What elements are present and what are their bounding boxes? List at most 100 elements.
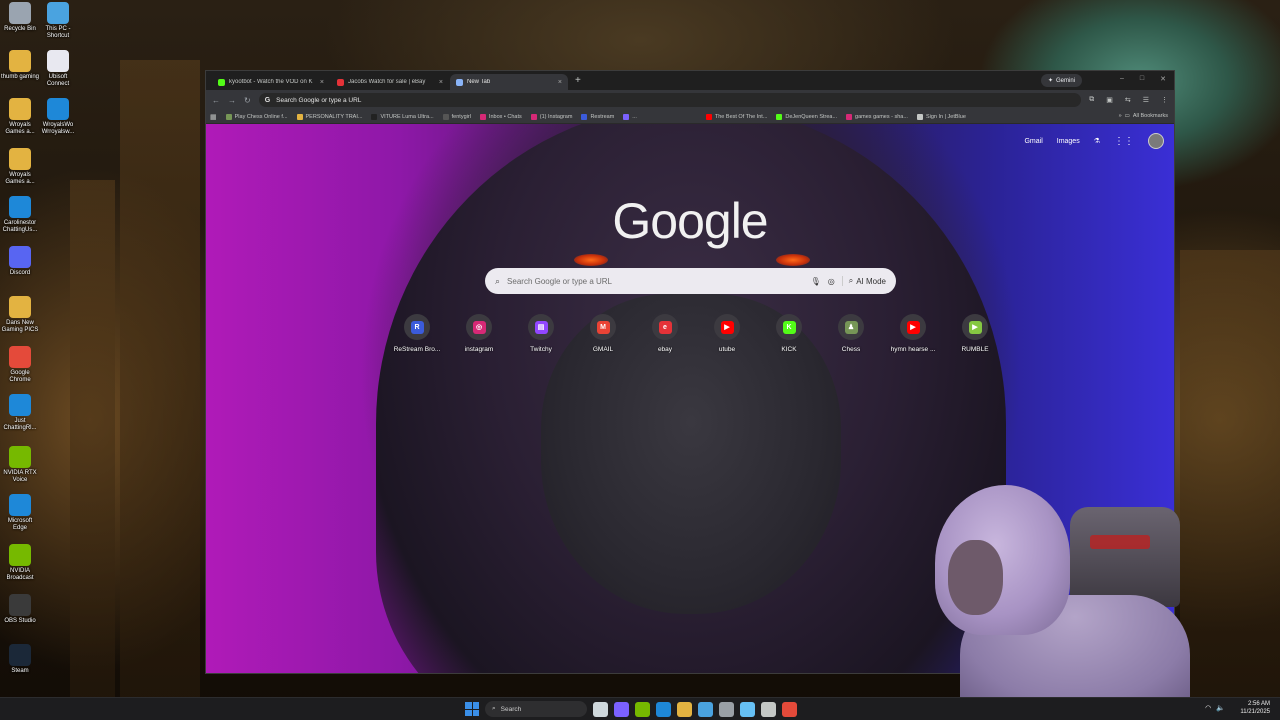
shortcut-tile[interactable]: e ebay [634,314,696,353]
microphone-icon[interactable]: 🎙 [811,277,821,286]
tab-active[interactable]: New Tab × [450,74,568,90]
labs-flask-icon[interactable]: ⚗ [1094,137,1100,145]
desktop-icon[interactable]: WroyalsWo Wrroyalsw... [38,98,78,136]
ai-mode-label: AI Mode [856,276,886,286]
ai-mode-button[interactable]: ⌕ AI Mode [841,276,886,286]
maximize-button[interactable]: □ [1140,75,1144,83]
bookmark-favicon-icon [296,113,303,120]
tab[interactable]: Jacobs Watch for sale | eBay × [331,74,449,90]
google-apps-icon[interactable]: ⋮⋮ [1114,136,1134,147]
new-tab-button[interactable]: + [575,75,581,86]
desktop-icon[interactable]: NVIDIA RTX Voice [0,446,40,484]
desktop-icon-label: Wroyals Games a... [5,172,35,185]
desktop-icon[interactable]: Recycle Bin [0,2,40,33]
copilot-icon[interactable] [614,701,629,717]
bookmarks-overflow-icon[interactable]: » [1119,113,1122,119]
desktop-icon[interactable]: Wroyals Games a... [0,148,40,186]
back-button[interactable]: ← [212,96,220,105]
bookmark-label: VITURE Luma Ultra... [380,113,434,120]
edge-icon[interactable] [656,701,671,717]
folder-icon: ▭ [1124,113,1130,119]
reload-button[interactable]: ↻ [244,96,251,105]
edge-icon [47,98,69,120]
bookmark-item[interactable]: (1) Instagram [530,113,572,120]
bookmark-item[interactable]: VITURE Luma Ultra... [371,113,434,120]
taskbar-center: ⌕ Search [465,701,797,717]
address-bar-text: Search Google or type a URL [276,96,362,104]
bookmark-item[interactable]: games games - sha... [846,113,908,120]
side-panel-icon[interactable]: ☰ [1143,96,1149,104]
images-link[interactable]: Images [1057,138,1080,145]
minimize-button[interactable]: – [1120,75,1124,83]
desktop-icon-label: Microsoft Edge [7,518,33,531]
shortcut-tile[interactable]: M GMAIL [572,314,634,353]
shortcut-tile[interactable]: R ReStream Bro... [386,314,448,353]
bookmark-item[interactable]: The Best Of The Int... [705,113,767,120]
desktop-icon[interactable]: Wroyals Games a... [0,98,40,136]
steam-icon[interactable] [740,701,755,717]
tab[interactable]: kyootbot - Watch the VOD on K × [212,74,330,90]
wifi-icon[interactable]: ◠ [1205,704,1211,712]
desktop-icon[interactable]: Google Chrome [0,346,40,384]
file-explorer-icon[interactable] [677,701,692,717]
desktop-icon[interactable]: This PC - Shortcut [38,2,78,40]
address-bar[interactable]: G Search Google or type a URL [258,93,1082,107]
desktop-icon[interactable]: Dans New Gaming PICS [0,296,40,334]
shortcut-tile[interactable]: ▤ Twitchy [510,314,572,353]
bookmark-item[interactable]: PERSONALITY TRAI... [296,113,362,120]
bookmark-item[interactable]: Inbox • Chats [479,113,522,120]
obs-icon[interactable] [761,701,776,717]
extensions-icon[interactable]: ⧉ [1089,96,1094,104]
forward-button[interactable]: → [228,96,236,105]
settings-icon[interactable] [719,701,734,717]
shortcut-tile[interactable]: ▶ RUMBLE [944,314,1006,353]
bookmark-item[interactable]: Restream [581,113,614,120]
bookmark-favicon-icon [916,113,923,120]
desktop-icon[interactable]: Microsoft Edge [0,494,40,532]
desktop-icon[interactable]: Discord [0,246,40,277]
bookmark-item[interactable]: Sign In | JetBlue [916,113,966,120]
taskbar-search[interactable]: ⌕ Search [485,701,587,717]
bookmark-item[interactable]: DeJenQueen Strea... [776,113,837,120]
close-tab-icon[interactable]: × [320,79,324,86]
desktop-icon[interactable]: Steam [0,644,40,675]
tab-title: New Tab [467,79,491,85]
volume-icon[interactable]: 🔈 [1216,704,1225,712]
desktop-icon-label: This PC - Shortcut [45,26,71,39]
store-icon[interactable] [698,701,713,717]
shortcut-tile[interactable]: K KICK [758,314,820,353]
task-view-icon[interactable] [593,701,608,717]
shortcut-tile[interactable]: ▶ utube [696,314,758,353]
bookmark-item[interactable]: Play Chess Online f... [225,113,288,120]
shortcut-tile[interactable]: ♟ Chess [820,314,882,353]
desktop-icon[interactable]: NVIDIA Broadcast [0,544,40,582]
headset-icon[interactable] [635,701,650,717]
chrome-icon[interactable] [782,701,797,717]
desktop-icon[interactable]: Just ChattingRl... [0,394,40,432]
apps-shortcut-icon[interactable]: ▦ [210,113,217,121]
gemini-button[interactable]: ✦ Gemini [1040,74,1082,87]
media-controls-icon[interactable]: ⇆ [1125,96,1131,104]
clock[interactable]: 2:56 AM 11/21/2025 [1240,700,1270,716]
desktop-icon[interactable]: OBS Studio [0,594,40,625]
gmail-link[interactable]: Gmail [1024,138,1042,145]
start-button[interactable] [465,702,479,716]
chrome-icon [456,78,463,86]
close-window-button[interactable]: ✕ [1160,75,1166,83]
shortcut-tile[interactable]: ▶ hymn hearse ... [882,314,944,353]
bookmark-item[interactable]: ... [623,113,637,120]
desktop-icon[interactable]: Ubisoft Connect [38,50,78,88]
shortcut-tile[interactable]: ◎ instagram [448,314,510,353]
ntp-search-box[interactable]: ⌕ Search Google or type a URL 🎙 ◎ ⌕ AI M… [485,268,896,294]
close-tab-icon[interactable]: × [558,79,562,86]
shortcut-icon-circle: ▤ [528,314,554,340]
close-tab-icon[interactable]: × [439,79,443,86]
desktop-icon[interactable]: Carolinestor ChattingUs... [0,196,40,234]
more-menu-icon[interactable]: ⋮ [1161,96,1168,104]
cast-icon[interactable]: ▣ [1106,96,1113,104]
profile-avatar[interactable] [1148,133,1164,149]
desktop-icon[interactable]: thumb gaming [0,50,40,81]
google-lens-icon[interactable]: ◎ [828,277,835,286]
bookmark-item[interactable]: fentygirl [442,113,471,120]
all-bookmarks-button[interactable]: » ▭ All Bookmarks [1119,113,1168,119]
